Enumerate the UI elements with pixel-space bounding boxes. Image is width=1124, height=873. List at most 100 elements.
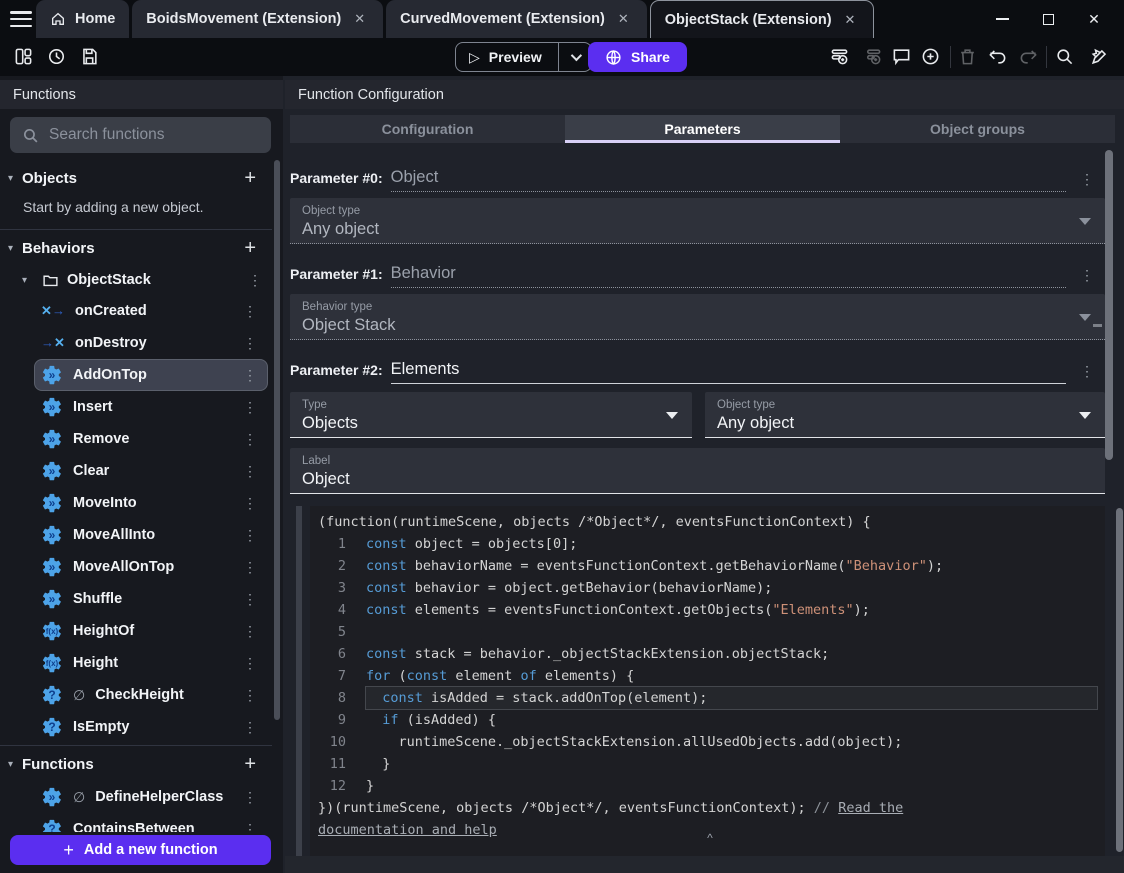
preview-button[interactable]: ▷ Preview — [456, 43, 558, 71]
parameter-1-name-field: Behavior — [390, 264, 1066, 288]
kebab-menu-icon[interactable]: ⋮ — [233, 303, 267, 320]
sidebar-item-definehelperclasses[interactable]: » ∅ DefineHelperClasses ⋮ — [34, 781, 268, 813]
documentation-link[interactable]: documentation and help — [318, 822, 497, 838]
minimize-button[interactable] — [986, 5, 1018, 33]
sidebar-item-checkheight[interactable]: ? ∅ CheckHeight ⋮ — [34, 679, 268, 711]
kebab-menu-icon[interactable]: ⋮ — [233, 527, 267, 544]
sidebar-item-moveinto[interactable]: » MoveInto ⋮ — [34, 487, 268, 519]
kebab-menu-icon[interactable]: ⋮ — [238, 272, 272, 289]
plus-icon: + — [63, 839, 74, 860]
section-behaviors[interactable]: ▾ Behaviors + — [0, 232, 272, 265]
kebab-menu-icon[interactable]: ⋮ — [1066, 363, 1100, 384]
bottom-clipped-row: ▄▄▄ ▄▄ — [285, 856, 1124, 873]
kebab-menu-icon[interactable]: ⋮ — [233, 821, 267, 833]
sidebar-item-insert[interactable]: » Insert ⋮ — [34, 391, 268, 423]
close-tab-icon[interactable]: ✕ — [350, 9, 369, 29]
close-window-button[interactable]: ✕ — [1078, 5, 1110, 33]
tab-curvedmovement[interactable]: CurvedMovement (Extension) ✕ — [386, 0, 647, 38]
sidebar-item-oncreated[interactable]: ✕ → onCreated ⋮ — [34, 295, 268, 327]
tab-configuration[interactable]: Configuration — [290, 115, 565, 143]
add-behavior-button[interactable]: + — [238, 237, 262, 260]
section-functions[interactable]: ▾ Functions + — [0, 748, 272, 781]
caret-down-icon[interactable]: ▾ — [22, 275, 34, 286]
function-name: Insert — [73, 399, 113, 415]
titlebar: Home BoidsMovement (Extension) ✕ CurvedM… — [0, 0, 1124, 38]
sidebar-item-addontop[interactable]: » AddOnTop ⋮ — [34, 359, 268, 391]
kebab-menu-icon[interactable]: ⋮ — [233, 655, 267, 672]
sidebar-item-containsbetween[interactable]: ? ContainsBetween ⋮ — [34, 813, 268, 832]
kebab-menu-icon[interactable]: ⋮ — [233, 367, 267, 384]
kebab-menu-icon[interactable]: ⋮ — [233, 495, 267, 512]
tab-home[interactable]: Home — [36, 0, 130, 38]
parameters-scrollbar[interactable] — [1105, 150, 1113, 460]
sidebar-item-heightof[interactable]: f(x) HeightOf ⋮ — [34, 615, 268, 647]
objects-empty-text: Start by adding a new object. — [23, 199, 204, 215]
undo-icon[interactable] — [988, 47, 1007, 71]
sidebar-scrollbar[interactable] — [274, 160, 280, 720]
add-function-plus-button[interactable]: + — [238, 753, 262, 776]
function-name: MoveAllInto — [73, 527, 156, 543]
behavior-group-objectstack[interactable]: ▾ ObjectStack ⋮ — [0, 265, 272, 295]
kebab-menu-icon[interactable]: ⋮ — [233, 335, 267, 352]
sidebar-item-remove[interactable]: » Remove ⋮ — [34, 423, 268, 455]
code-lines: 1 const object = objects[0]; 2 const behavi… — [310, 533, 1105, 797]
share-button[interactable]: Share — [588, 42, 687, 72]
edit-extension-icon[interactable] — [1090, 47, 1109, 71]
add-comment-icon[interactable] — [892, 47, 911, 71]
sidebar-item-clear[interactable]: » Clear ⋮ — [34, 455, 268, 487]
main-menu-icon[interactable] — [10, 11, 32, 27]
function-name: MoveAllOnTop — [73, 559, 175, 575]
chevron-down-icon — [570, 49, 582, 62]
maximize-button[interactable] — [1032, 5, 1064, 33]
kebab-menu-icon[interactable]: ⋮ — [233, 591, 267, 608]
window-controls: ✕ — [986, 0, 1124, 38]
tab-boidsmovement[interactable]: BoidsMovement (Extension) ✕ — [132, 0, 384, 38]
kebab-menu-icon[interactable]: ⋮ — [1066, 171, 1100, 192]
search-icon[interactable] — [1055, 47, 1074, 71]
history-icon[interactable] — [47, 47, 66, 71]
sidebar-item-moveallontop[interactable]: » MoveAllOnTop ⋮ — [34, 551, 268, 583]
kebab-menu-icon[interactable]: ⋮ — [233, 789, 267, 806]
kebab-menu-icon[interactable]: ⋮ — [1066, 267, 1100, 288]
kebab-menu-icon[interactable]: ⋮ — [233, 559, 267, 576]
sidebar-item-height[interactable]: f(x) Height ⋮ — [34, 647, 268, 679]
caret-down-icon[interactable]: ▾ — [8, 243, 22, 254]
search-functions-input[interactable]: Search functions — [10, 117, 271, 153]
kebab-menu-icon[interactable]: ⋮ — [233, 719, 267, 736]
kebab-menu-icon[interactable]: ⋮ — [233, 463, 267, 480]
section-objects[interactable]: ▾ Objects + — [0, 162, 272, 195]
open-panels-icon[interactable] — [14, 47, 33, 71]
tab-label: BoidsMovement (Extension) — [146, 11, 342, 27]
kebab-menu-icon[interactable]: ⋮ — [233, 623, 267, 640]
close-tab-icon[interactable]: ✕ — [841, 10, 860, 30]
preview-options-button[interactable] — [559, 43, 591, 71]
kebab-menu-icon[interactable]: ⋮ — [233, 431, 267, 448]
tab-objectstack[interactable]: ObjectStack (Extension) ✕ — [649, 0, 875, 38]
tab-object-groups[interactable]: Object groups — [840, 115, 1115, 143]
parameter-2-object-type-select[interactable]: Object type Any object — [705, 392, 1105, 438]
kebab-menu-icon[interactable]: ⋮ — [233, 399, 267, 416]
caret-down-icon[interactable]: ▾ — [8, 759, 22, 770]
collapse-caret-icon[interactable]: ^ — [700, 831, 720, 845]
documentation-link[interactable]: Read the — [838, 800, 903, 816]
javascript-code-editor[interactable]: (function(runtimeScene, objects /*Object… — [310, 506, 1105, 856]
caret-down-icon[interactable]: ▾ — [8, 173, 22, 184]
function-name: DefineHelperClasses — [95, 789, 223, 805]
add-event-icon[interactable] — [830, 47, 849, 71]
kebab-menu-icon[interactable]: ⋮ — [233, 687, 267, 704]
function-name: AddOnTop — [73, 367, 147, 383]
add-circle-icon[interactable] — [921, 47, 940, 71]
add-object-button[interactable]: + — [238, 167, 262, 190]
tab-parameters[interactable]: Parameters — [565, 115, 840, 143]
parameter-2-type-select[interactable]: Type Objects — [290, 392, 692, 438]
sidebar-item-isempty[interactable]: ? IsEmpty ⋮ — [34, 711, 268, 743]
sidebar-item-shuffle[interactable]: » Shuffle ⋮ — [34, 583, 268, 615]
sidebar-item-moveallinto[interactable]: » MoveAllInto ⋮ — [34, 519, 268, 551]
sidebar-item-ondestroy[interactable]: → ✕ onDestroy ⋮ — [34, 327, 268, 359]
add-new-function-button[interactable]: + Add a new function — [10, 835, 271, 865]
save-icon[interactable] — [80, 47, 99, 71]
parameter-2-name-field[interactable]: Elements — [390, 360, 1066, 384]
parameter-2-label-input[interactable]: Label Object — [290, 448, 1105, 494]
close-tab-icon[interactable]: ✕ — [614, 9, 633, 29]
editor-scrollbar[interactable] — [1116, 508, 1123, 852]
